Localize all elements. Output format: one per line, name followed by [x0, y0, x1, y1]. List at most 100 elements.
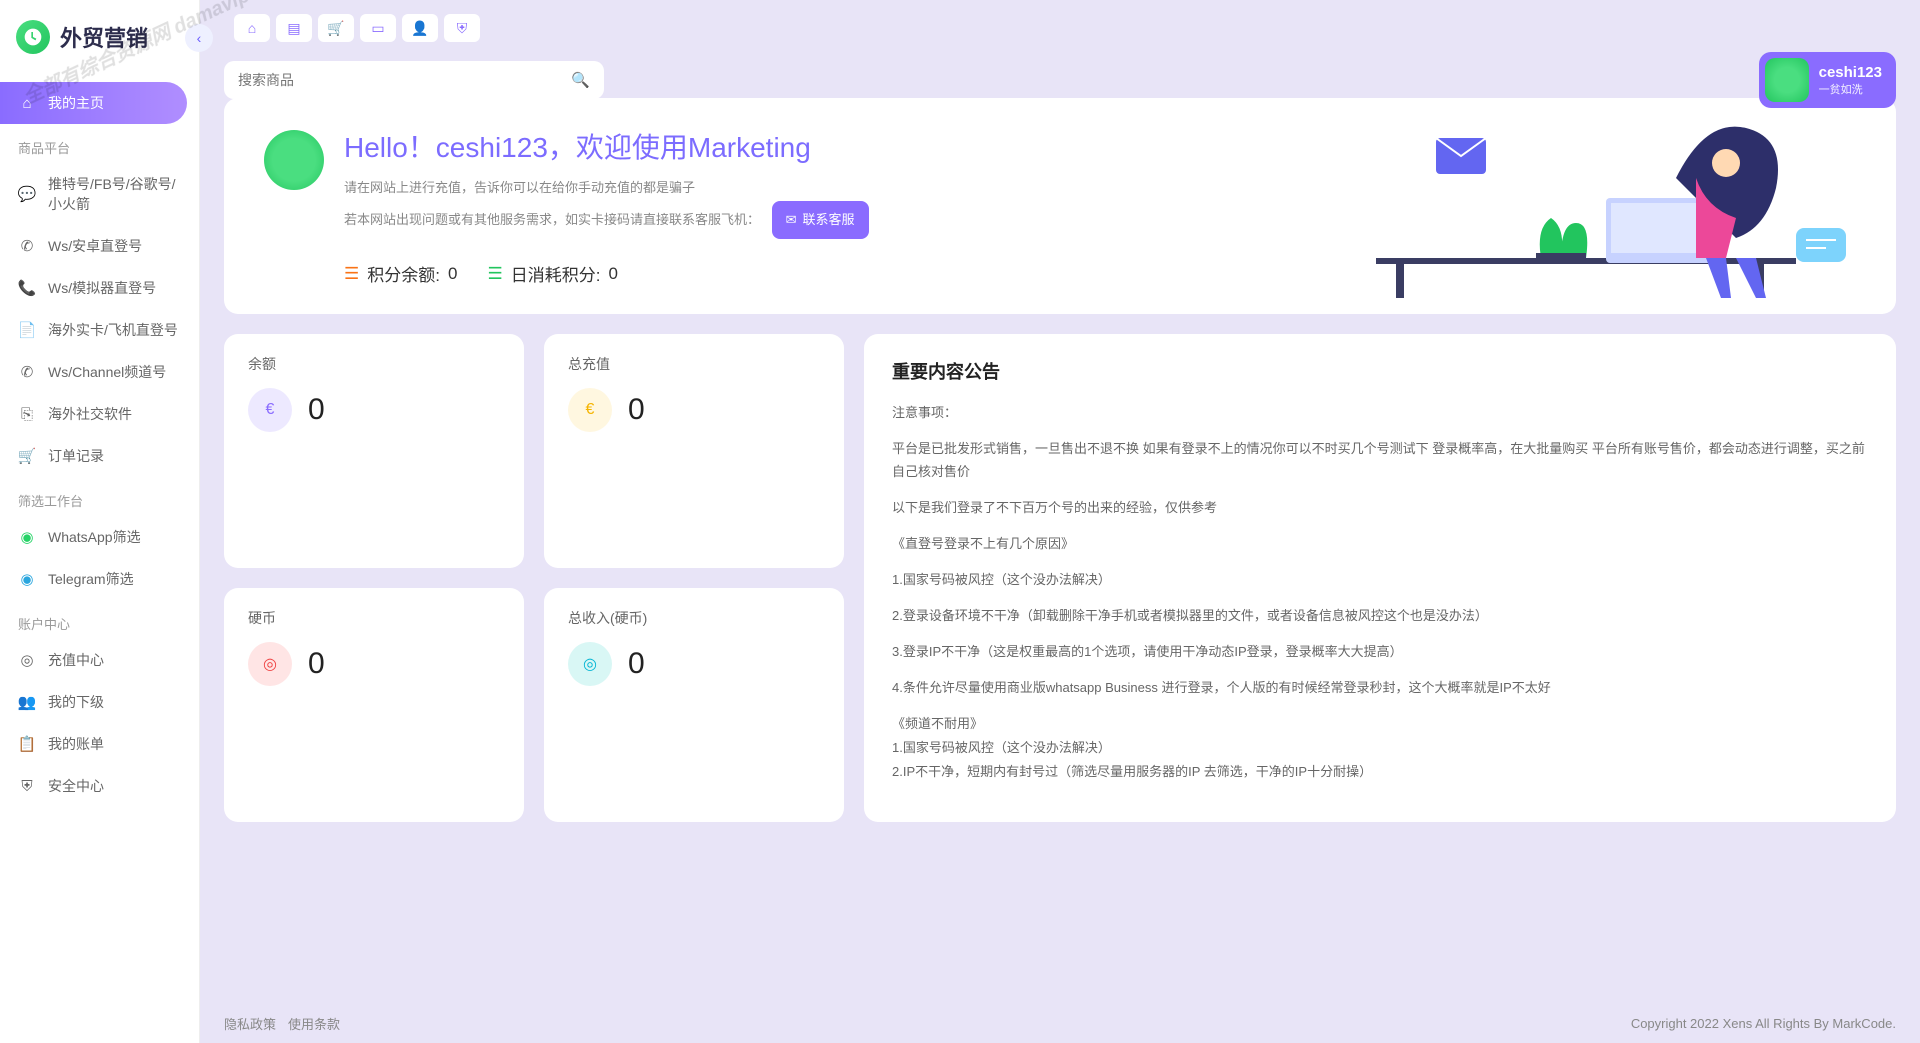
doc-icon: 📄: [18, 321, 36, 339]
home-icon: ⌂: [18, 94, 36, 112]
nav-item-telegram-filter[interactable]: ◉ Telegram筛选: [0, 558, 199, 600]
nav-section-title: 筛选工作台: [0, 477, 199, 516]
doc-icon[interactable]: ▤: [276, 14, 312, 42]
target-icon: ◎: [248, 642, 292, 686]
avatar: [1765, 58, 1809, 102]
stat-value: 0: [308, 647, 325, 681]
contact-button[interactable]: ✉ 联系客服: [772, 201, 869, 240]
notice-line: 注意事项：: [892, 402, 1868, 424]
telegram-icon: ◉: [18, 570, 36, 588]
stat-value: 0: [628, 647, 645, 681]
coin-card: 硬币 ◎ 0: [224, 588, 524, 822]
phone-icon: ✆: [18, 237, 36, 255]
welcome-avatar: [264, 130, 324, 190]
cart-icon[interactable]: 🛒: [318, 14, 354, 42]
nav-label: Ws/模拟器直登号: [48, 278, 156, 298]
home-icon[interactable]: ⌂: [234, 14, 270, 42]
stat-label: 硬币: [248, 608, 500, 628]
nav-label: 海外实卡/飞机直登号: [48, 320, 178, 340]
terms-link[interactable]: 使用条款: [288, 1014, 340, 1033]
stat-value: 0: [308, 393, 325, 427]
user-menu[interactable]: ceshi123 一贫如洗: [1759, 52, 1896, 108]
nav-home[interactable]: ⌂ 我的主页: [0, 82, 187, 124]
notice-line: 3.登录IP不干净（这是权重最高的1个选项，请使用干净动态IP登录，登录概率大大…: [892, 641, 1868, 663]
bill-icon: 📋: [18, 735, 36, 753]
copyright: Copyright 2022 Xens All Rights By MarkCo…: [1631, 1016, 1896, 1031]
nav-label: 充值中心: [48, 650, 104, 670]
notice-title: 重要内容公告: [892, 358, 1868, 384]
user-status: 一贫如洗: [1819, 81, 1882, 97]
nav-section-title: 账户中心: [0, 600, 199, 639]
recharge-card: 总充值 € 0: [544, 334, 844, 568]
nav-label: 我的账单: [48, 734, 104, 754]
sidebar: 外贸营销 ‹ ⌂ 我的主页 商品平台 💬推特号/FB号/谷歌号/小火箭 ✆Ws/…: [0, 0, 200, 1043]
nav-label: 订单记录: [48, 446, 104, 466]
welcome-desc-2: 若本网站出现问题或有其他服务需求，如实卡接码请直接联系客服飞机： ✉ 联系客服: [344, 201, 869, 240]
user-name: ceshi123: [1819, 64, 1882, 81]
nav-label: 我的下级: [48, 692, 104, 712]
nav-item-security[interactable]: ⛨安全中心: [0, 765, 199, 807]
user-icon[interactable]: 👤: [402, 14, 438, 42]
notice-line: 2.IP不干净，短期内有封号过（筛选尽量用服务器的IP 去筛选，干净的IP十分耐…: [892, 761, 1868, 783]
stat-label: 总收入(硬币): [568, 608, 820, 628]
stat-value: 0: [628, 393, 645, 427]
stat-label: 余额: [248, 354, 500, 374]
chat-icon: 💬: [18, 185, 36, 203]
logo-icon: [16, 20, 50, 54]
nav-item-subordinate[interactable]: 👥我的下级: [0, 681, 199, 723]
footer: 隐私政策 使用条款 Copyright 2022 Xens All Rights…: [200, 1003, 1920, 1043]
coin-icon: ☰: [344, 264, 359, 284]
notice-line: 1.国家号码被风控（这个没办法解决）: [892, 737, 1868, 759]
app-icon: ⎘: [18, 405, 36, 423]
nav-item-ws-emulator[interactable]: 📞 Ws/模拟器直登号: [0, 267, 199, 309]
notice-line: 《频道不耐用》: [892, 713, 1868, 735]
list-icon[interactable]: ▭: [360, 14, 396, 42]
collapse-button[interactable]: ‹: [185, 24, 213, 52]
notice-line: 1.国家号码被风控（这个没办法解决）: [892, 569, 1868, 591]
hero-illustration: [1376, 108, 1856, 298]
nav-label: 我的主页: [48, 93, 104, 113]
nav-item-orders[interactable]: 🛒订单记录: [0, 435, 199, 477]
nav-label: Telegram筛选: [48, 569, 134, 589]
nav: ⌂ 我的主页 商品平台 💬推特号/FB号/谷歌号/小火箭 ✆Ws/安卓直登号 📞…: [0, 74, 199, 815]
shield-icon[interactable]: ⛨: [444, 14, 480, 42]
notice-line: 2.登录设备环境不干净（卸载删除干净手机或者模拟器里的文件，或者设备信息被风控这…: [892, 605, 1868, 627]
euro-icon: €: [568, 388, 612, 432]
nav-item-twitter[interactable]: 💬 推特号/FB号/谷歌号/小火箭: [0, 163, 199, 225]
points-balance: ☰ 积分余额: 0: [344, 261, 457, 286]
euro-icon: €: [248, 388, 292, 432]
main-content: Hello！ceshi123，欢迎使用Marketing 请在网站上进行充值，告…: [200, 90, 1920, 1003]
nav-label: 海外社交软件: [48, 404, 132, 424]
shield-icon: ⛨: [18, 777, 36, 795]
recharge-icon: ◎: [18, 651, 36, 669]
nav-item-recharge[interactable]: ◎ 充值中心: [0, 639, 199, 681]
search-input[interactable]: [238, 72, 571, 88]
nav-item-whatsapp-filter[interactable]: ◉ WhatsApp筛选: [0, 516, 199, 558]
notice-line: 《直登号登录不上有几个原因》: [892, 533, 1868, 555]
welcome-desc-1: 请在网站上进行充值，告诉你可以在给你手动充值的都是骗子: [344, 176, 869, 201]
daily-consumption: ☰ 日消耗积分: 0: [487, 261, 617, 286]
notice-line: 平台是已批发形式销售，一旦售出不退不换 如果有登录不上的情况你可以不时买几个号测…: [892, 438, 1868, 482]
search-icon[interactable]: 🔍: [571, 71, 590, 89]
nav-item-overseas-card[interactable]: 📄 海外实卡/飞机直登号: [0, 309, 199, 351]
nav-item-ws-channel[interactable]: ✆Ws/Channel频道号: [0, 351, 199, 393]
notice-card: 重要内容公告 注意事项： 平台是已批发形式销售，一旦售出不退不换 如果有登录不上…: [864, 334, 1896, 821]
topbar: ⌂ ▤ 🛒 ▭ 👤 ⛨ 🔍 ceshi123 一贫如洗: [200, 0, 1920, 108]
welcome-title: Hello！ceshi123，欢迎使用Marketing: [344, 126, 869, 166]
nav-label: Ws/安卓直登号: [48, 236, 142, 256]
privacy-link[interactable]: 隐私政策: [224, 1014, 276, 1033]
phone-icon: 📞: [18, 279, 36, 297]
nav-item-billing[interactable]: 📋 我的账单: [0, 723, 199, 765]
top-icons: ⌂ ▤ 🛒 ▭ 👤 ⛨: [224, 8, 1896, 48]
nav-item-social-software[interactable]: ⎘ 海外社交软件: [0, 393, 199, 435]
target-icon: ◎: [568, 642, 612, 686]
nav-label: 推特号/FB号/谷歌号/小火箭: [48, 174, 181, 214]
balance-card: 余额 € 0: [224, 334, 524, 568]
search-box: 🔍: [224, 61, 604, 99]
stat-label: 总充值: [568, 354, 820, 374]
nav-item-ws-android[interactable]: ✆ Ws/安卓直登号: [0, 225, 199, 267]
whatsapp-icon: ◉: [18, 528, 36, 546]
brand-name: 外贸营销: [60, 21, 148, 53]
nav-label: WhatsApp筛选: [48, 527, 141, 547]
phone-icon: ✆: [18, 363, 36, 381]
